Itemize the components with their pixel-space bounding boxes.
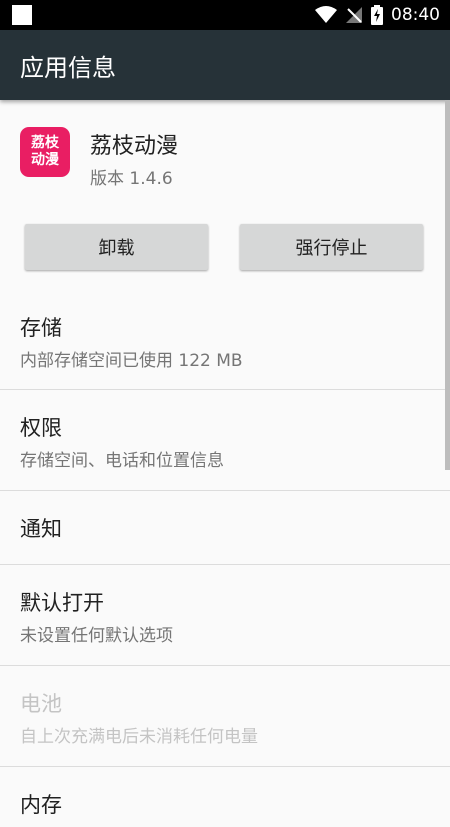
list-item-title: 内存	[20, 793, 62, 817]
app-icon-text-line1: 荔枝	[31, 135, 59, 151]
list-item-storage[interactable]: 存储 内部存储空间已使用 122 MB	[0, 290, 450, 390]
status-time: 08:40	[391, 5, 440, 25]
list-item-subtitle: 自上次充满电后未消耗任何电量	[20, 727, 258, 747]
list-item-permissions[interactable]: 权限 存储空间、电话和位置信息	[0, 390, 450, 491]
app-bar: 应用信息	[0, 30, 450, 100]
list-item-memory[interactable]: 内存	[0, 767, 450, 827]
list-item-title: 通知	[20, 517, 62, 541]
settings-list: 存储 内部存储空间已使用 122 MB 权限 存储空间、电话和位置信息 通知 默…	[0, 290, 450, 827]
uninstall-button[interactable]: 卸载	[25, 224, 208, 270]
battery-charging-icon	[371, 5, 383, 25]
list-item-battery: 电池 自上次充满电后未消耗任何电量	[0, 666, 450, 767]
list-item-subtitle: 内部存储空间已使用 122 MB	[20, 351, 243, 371]
scrollbar[interactable]	[445, 100, 450, 470]
notification-square-icon	[12, 5, 32, 25]
status-bar: 08:40	[0, 0, 450, 30]
list-item-title: 电池	[20, 692, 62, 716]
force-stop-button[interactable]: 强行停止	[240, 224, 423, 270]
list-item-notifications[interactable]: 通知	[0, 491, 450, 565]
app-header: 荔枝 动漫 荔枝动漫 版本 1.4.6	[0, 100, 450, 210]
list-item-default-open[interactable]: 默认打开 未设置任何默认选项	[0, 565, 450, 666]
page-title: 应用信息	[20, 54, 116, 82]
no-signal-icon	[346, 7, 362, 23]
app-icon: 荔枝 动漫	[20, 127, 70, 177]
app-version: 版本 1.4.6	[90, 169, 173, 189]
list-item-subtitle: 未设置任何默认选项	[20, 626, 173, 646]
app-icon-text-line2: 动漫	[31, 152, 59, 168]
list-item-title: 权限	[20, 416, 62, 440]
list-item-subtitle: 存储空间、电话和位置信息	[20, 451, 224, 471]
list-item-title: 默认打开	[20, 591, 104, 615]
app-name: 荔枝动漫	[90, 134, 179, 159]
wifi-icon	[315, 6, 337, 23]
list-item-title: 存储	[20, 316, 62, 340]
